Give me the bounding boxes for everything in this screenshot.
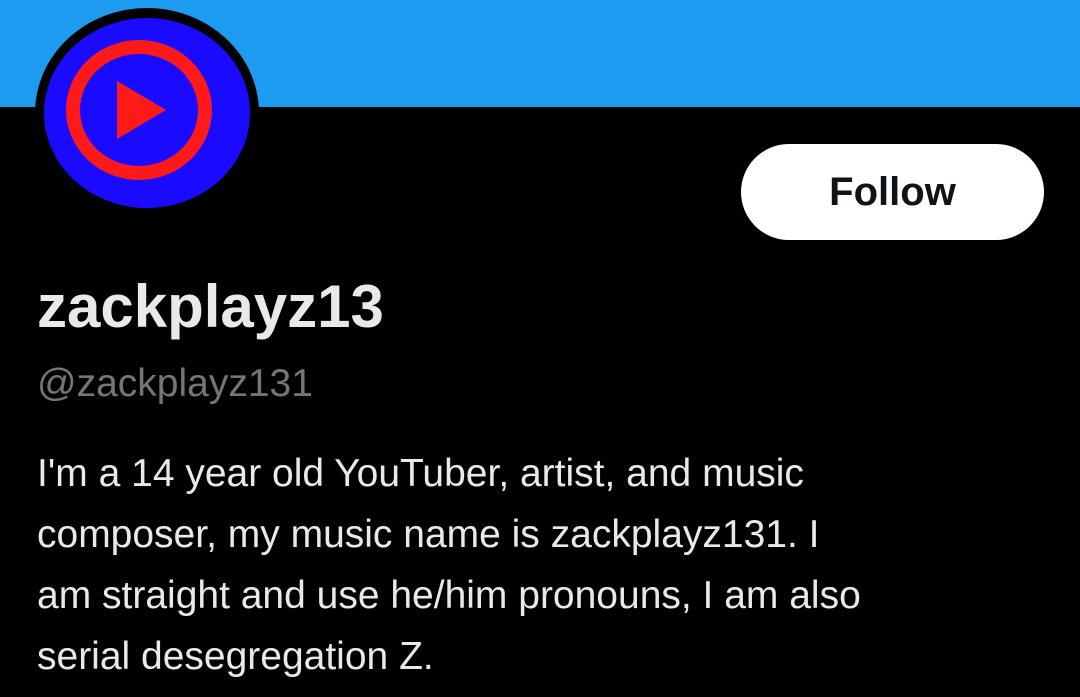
user-handle: @zackplayz131 — [37, 362, 313, 405]
display-name: zackplayz13 — [37, 273, 384, 340]
profile-bio: I'm a 14 year old YouTuber, artist, and … — [37, 452, 861, 678]
profile-avatar[interactable] — [35, 8, 259, 218]
play-button-logo-icon — [44, 18, 250, 208]
follow-button[interactable]: Follow — [741, 144, 1044, 240]
